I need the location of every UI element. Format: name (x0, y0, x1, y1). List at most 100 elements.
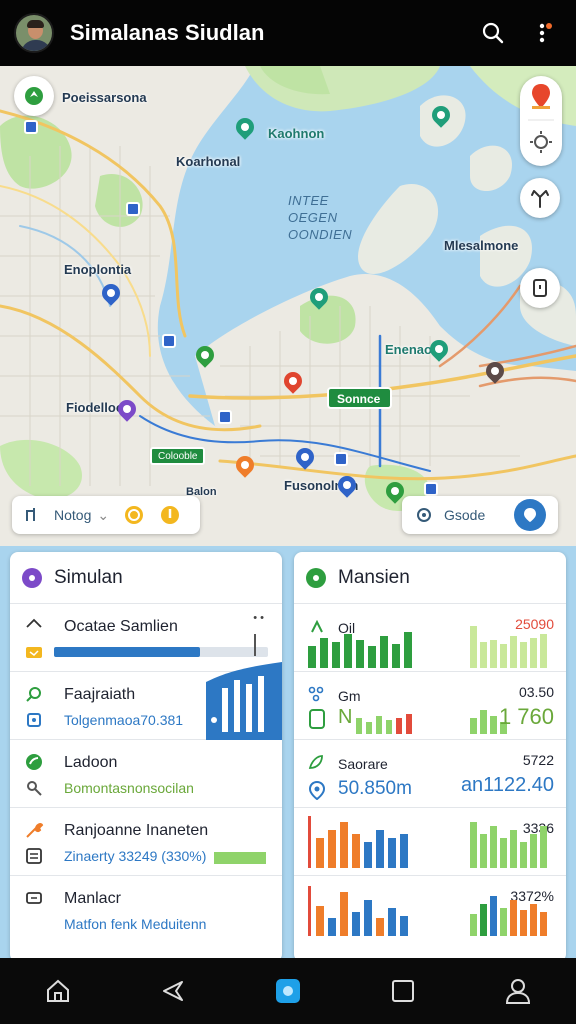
metric-big-value: 50.850m (338, 778, 412, 799)
list-item[interactable]: Faajraiath Tolgenmaoa70.381 (10, 662, 282, 740)
list-item[interactable]: Ladoon Bomontasnonsocilan (10, 740, 282, 808)
metric-value: 5722 (522, 752, 554, 768)
water-label: INTEE OEGEN OONDIEN (288, 193, 353, 242)
bar-sparkline (470, 896, 547, 936)
navigate-button[interactable] (514, 499, 546, 531)
metric-label: Gm (338, 688, 361, 704)
list-item[interactable]: Ranjoanne Inaneten Zinaerty 33249 (330%) (10, 808, 282, 876)
map-controls (520, 76, 562, 166)
top-bar: Simalanas Siudlan (0, 0, 576, 66)
message-icon (26, 892, 42, 904)
square-icon (392, 980, 415, 1002)
metric-mid-value: 1 760 (498, 704, 554, 729)
mode-pill[interactable]: Gsode (402, 496, 558, 534)
branch-icon (531, 190, 549, 208)
route-pill-label: Notog (54, 507, 92, 523)
metric-label: Saorare (338, 756, 388, 772)
map-view[interactable]: Poeissarsona Kaohnon Koarhonal Enoplonti… (0, 66, 576, 546)
more-menu-icon[interactable] (528, 16, 562, 50)
location-outline-icon (308, 780, 326, 800)
home-outline-icon (26, 618, 42, 628)
gear-small-icon (417, 508, 431, 522)
small-chip[interactable]: Colooble (150, 447, 206, 465)
list-item-title: Ranjoanne Inaneten (64, 822, 209, 839)
nav-profile[interactable] (494, 967, 542, 1015)
bookmark-button[interactable] (520, 268, 560, 308)
network-icon (308, 686, 324, 702)
location-icon (25, 87, 43, 105)
chip-icon (27, 713, 41, 727)
transit-icon[interactable] (24, 120, 38, 134)
simulation-card-header: Simulan (10, 552, 282, 604)
mode-pill-label: Gsode (444, 507, 486, 523)
bar-sparkline (308, 816, 408, 868)
list-item[interactable]: Manlacr Matfon fenk Meduitenn (10, 876, 282, 944)
metric-big-value-right: an1122.40 (460, 774, 554, 796)
map-label: Enoplontia (64, 262, 132, 277)
metric-mid-label: N (338, 706, 353, 728)
coin-icon (125, 506, 144, 524)
simulation-card-title: Simulan (54, 566, 123, 588)
metrics-card-title: Mansien (338, 566, 410, 588)
locate-button[interactable] (14, 76, 54, 116)
nav-home[interactable] (34, 967, 82, 1015)
search-icon[interactable] (476, 16, 510, 50)
list-icon (26, 848, 42, 864)
metric-row[interactable]: 3336 (294, 808, 566, 876)
map-label: Kaohnon (268, 126, 325, 141)
station-chip[interactable]: Sonnce (327, 387, 393, 409)
progress-fill (54, 647, 200, 657)
folder-icon (26, 647, 42, 658)
metric-value: 03.50 (518, 684, 554, 700)
route-pill[interactable]: Notog ⌄ (12, 496, 200, 534)
transit-icon[interactable] (162, 334, 176, 348)
metrics-icon (306, 567, 326, 588)
search-green-icon (26, 687, 41, 702)
avatar[interactable] (14, 13, 54, 53)
metric-row[interactable]: Gm 03.50 N 1 760 (294, 672, 566, 740)
layers-button[interactable] (520, 178, 560, 218)
list-item-subtitle: Tolgenmaoa70.381 (64, 712, 184, 728)
list-item-title: Ladoon (64, 754, 118, 771)
leaf-icon (26, 754, 42, 770)
mini-bar-chart-icon (206, 662, 282, 740)
map-label: Koarhonal (176, 154, 241, 169)
transit-icon[interactable] (126, 202, 140, 216)
metric-row[interactable]: Oil 25090 (294, 604, 566, 672)
list-item-title: Faajraiath (64, 686, 136, 703)
app-title: Simalanas Siudlan (70, 20, 265, 45)
map-label: Fiodelloo (66, 400, 124, 415)
metric-row[interactable]: 3372% (294, 876, 566, 944)
pin-badge-icon (161, 506, 180, 524)
list-item-subtitle: Zinaerty 33249 (330%) (64, 848, 207, 864)
metrics-card: Mansien Oil 25090 Gm 03.50 N 1 760 Saora… (294, 552, 566, 962)
route-icon (26, 508, 35, 521)
transit-icon[interactable] (218, 410, 232, 424)
panels-area: Simulan Ocatae Samlien • • Faajraiath To… (0, 546, 576, 962)
app-root: Simalanas Siudlan Poeissarsona Kaohnon K… (0, 0, 576, 1024)
bar-sparkline (308, 886, 408, 936)
more-dots-icon[interactable]: • • (253, 612, 264, 624)
nav-back[interactable] (149, 967, 197, 1015)
list-item-title: Manlacr (64, 890, 121, 907)
nav-recents[interactable] (379, 967, 427, 1015)
transit-icon[interactable] (424, 482, 438, 496)
metrics-card-header: Mansien (294, 552, 566, 604)
level-bar (214, 852, 266, 864)
progress-marker (254, 634, 256, 656)
simulation-icon (22, 567, 42, 588)
navigate-icon (524, 508, 536, 522)
transit-icon[interactable] (334, 452, 348, 466)
back-icon (162, 981, 183, 1001)
document-icon (533, 279, 547, 297)
bar-sparkline (470, 626, 547, 668)
map-label: Poeissarsona (62, 90, 147, 105)
wrench-icon (27, 781, 42, 796)
map-label: Mlesalmone (444, 238, 519, 253)
simulation-card: Simulan Ocatae Samlien • • Faajraiath To… (10, 552, 282, 962)
metric-row[interactable]: Saorare 5722 50.850m an1122.40 (294, 740, 566, 808)
app-switch-icon (275, 979, 300, 1003)
leaf-green-icon (308, 755, 323, 769)
nav-center[interactable] (264, 967, 312, 1015)
person-icon (506, 979, 531, 1004)
